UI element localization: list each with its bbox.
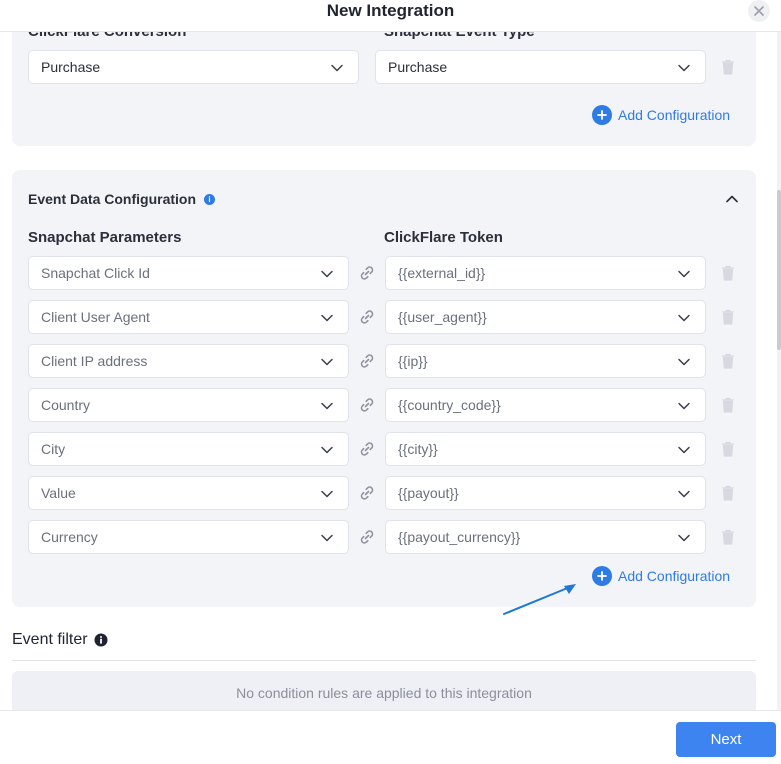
link-icon bbox=[358, 396, 376, 414]
clickflare-token-select[interactable]: {{payout_currency}} bbox=[385, 520, 706, 554]
chevron-down-icon bbox=[321, 534, 333, 542]
link-icon bbox=[358, 352, 376, 370]
snapchat-parameter-select[interactable]: Country bbox=[28, 388, 349, 422]
info-icon[interactable]: i bbox=[204, 193, 216, 205]
clickflare-token-select[interactable]: {{ip}} bbox=[385, 344, 706, 378]
link-icon bbox=[358, 484, 376, 502]
close-icon bbox=[754, 6, 764, 16]
snapchat-parameter-select[interactable]: Snapchat Click Id bbox=[28, 256, 349, 290]
add-configuration-button[interactable]: Add Configuration bbox=[592, 105, 730, 125]
clickflare-token-value: {{payout_currency}} bbox=[398, 529, 521, 545]
event-filter-title: Event filter bbox=[12, 631, 108, 649]
chevron-down-icon bbox=[331, 64, 343, 72]
snapchat-parameter-value: Country bbox=[41, 397, 91, 413]
event-filter-title-text: Event filter bbox=[12, 631, 88, 648]
chevron-down-icon bbox=[678, 402, 690, 410]
chevron-down-icon bbox=[678, 270, 690, 278]
close-button[interactable] bbox=[748, 0, 770, 22]
snapchat-event-type-select[interactable]: Purchase bbox=[375, 50, 706, 84]
snapchat-event-type-value: Purchase bbox=[388, 59, 448, 75]
snapchat-parameter-select[interactable]: Currency bbox=[28, 520, 349, 554]
clickflare-token-value: {{country_code}} bbox=[398, 397, 501, 413]
empty-state-text: No condition rules are applied to this i… bbox=[236, 685, 532, 701]
trash-icon[interactable] bbox=[721, 397, 735, 413]
add-configuration-label: Add Configuration bbox=[618, 107, 731, 123]
trash-icon[interactable] bbox=[721, 59, 735, 75]
clickflare-token-label: ClickFlare Token bbox=[384, 229, 503, 246]
link-icon bbox=[358, 308, 376, 326]
trash-icon[interactable] bbox=[721, 529, 735, 545]
link-icon bbox=[358, 528, 376, 546]
chevron-down-icon bbox=[321, 402, 333, 410]
link-icon bbox=[358, 264, 376, 282]
clickflare-token-select[interactable]: {{user_agent}} bbox=[385, 300, 706, 334]
snapchat-parameter-value: Client IP address bbox=[41, 353, 148, 369]
clickflare-token-select[interactable]: {{country_code}} bbox=[385, 388, 706, 422]
add-configuration-label: Add Configuration bbox=[618, 568, 731, 584]
plus-circle-icon bbox=[592, 105, 612, 125]
event-data-title-text: Event Data Configuration bbox=[28, 191, 197, 207]
trash-icon[interactable] bbox=[721, 485, 735, 501]
chevron-down-icon bbox=[678, 446, 690, 454]
chevron-down-icon bbox=[678, 490, 690, 498]
annotation-arrow-icon bbox=[503, 584, 576, 615]
clickflare-token-value: {{ip}} bbox=[398, 353, 428, 369]
info-icon[interactable] bbox=[94, 633, 108, 647]
clickflare-token-value: {{external_id}} bbox=[398, 265, 486, 281]
snapchat-parameter-value: City bbox=[41, 441, 66, 457]
snapchat-parameter-value: Value bbox=[41, 485, 76, 501]
clickflare-token-value: {{payout}} bbox=[398, 485, 459, 501]
scrollbar-thumb[interactable] bbox=[777, 190, 781, 350]
chevron-down-icon bbox=[321, 446, 333, 454]
divider bbox=[12, 660, 756, 661]
event-data-card: Event Data Configuration i Snapchat Para… bbox=[12, 170, 756, 607]
clickflare-token-select[interactable]: {{payout}} bbox=[385, 476, 706, 510]
clickflare-token-value: {{city}} bbox=[398, 441, 438, 457]
clickflare-token-value: {{user_agent}} bbox=[398, 309, 487, 325]
chevron-down-icon bbox=[321, 314, 333, 322]
chevron-down-icon bbox=[678, 358, 690, 366]
trash-icon[interactable] bbox=[721, 353, 735, 369]
event-data-section-title: Event Data Configuration i bbox=[28, 191, 216, 207]
snapchat-parameter-value: Snapchat Click Id bbox=[41, 265, 150, 281]
clickflare-token-select[interactable]: {{city}} bbox=[385, 432, 706, 466]
chevron-down-icon bbox=[678, 64, 690, 72]
snapchat-parameter-select[interactable]: City bbox=[28, 432, 349, 466]
modal-footer: Next bbox=[0, 710, 781, 764]
modal-title: New Integration bbox=[326, 1, 455, 20]
chevron-up-icon[interactable] bbox=[725, 192, 739, 206]
snapchat-parameters-label: Snapchat Parameters bbox=[28, 229, 182, 246]
snapchat-parameter-value: Currency bbox=[41, 529, 98, 545]
next-button[interactable]: Next bbox=[676, 722, 776, 757]
trash-icon[interactable] bbox=[721, 265, 735, 281]
scrollbar-track[interactable] bbox=[777, 32, 781, 710]
trash-icon[interactable] bbox=[721, 441, 735, 457]
clickflare-conversion-select[interactable]: Purchase bbox=[28, 50, 359, 84]
chevron-down-icon bbox=[678, 534, 690, 542]
trash-icon[interactable] bbox=[721, 309, 735, 325]
link-icon bbox=[358, 440, 376, 458]
snapchat-parameter-select[interactable]: Client User Agent bbox=[28, 300, 349, 334]
snapchat-parameter-select[interactable]: Value bbox=[28, 476, 349, 510]
modal-header: New Integration bbox=[0, 0, 781, 32]
clickflare-conversion-value: Purchase bbox=[41, 59, 101, 75]
snapchat-parameter-select[interactable]: Client IP address bbox=[28, 344, 349, 378]
chevron-down-icon bbox=[321, 270, 333, 278]
snapchat-parameter-value: Client User Agent bbox=[41, 309, 150, 325]
chevron-down-icon bbox=[321, 358, 333, 366]
clickflare-token-select[interactable]: {{external_id}} bbox=[385, 256, 706, 290]
plus-circle-icon bbox=[592, 566, 612, 586]
chevron-down-icon bbox=[321, 490, 333, 498]
chevron-down-icon bbox=[678, 314, 690, 322]
add-configuration-button[interactable]: Add Configuration bbox=[592, 566, 730, 586]
